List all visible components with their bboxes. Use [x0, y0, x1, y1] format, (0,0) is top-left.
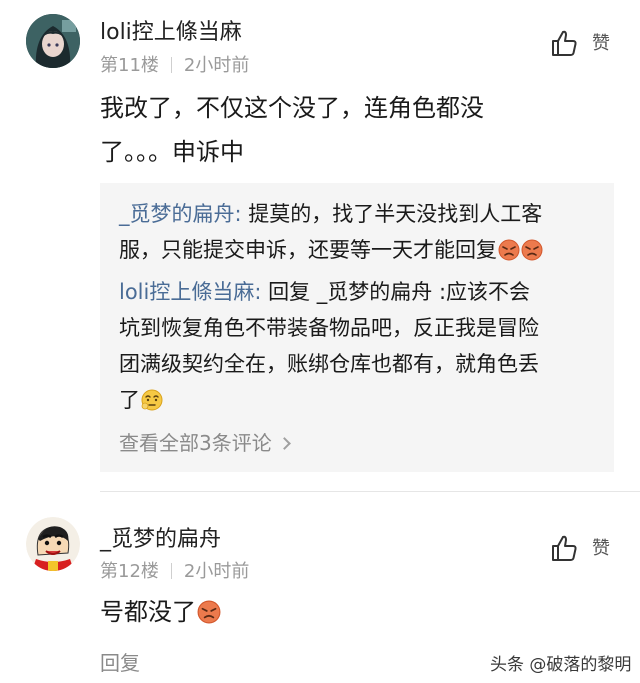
reply-text: 了	[119, 388, 140, 412]
comment-meta: 第11楼 2小时前	[100, 51, 249, 77]
comment-text: 我改了，不仅这个没了，连角色都没 了。。。申诉中	[100, 86, 540, 174]
timestamp: 2小时前	[183, 561, 250, 582]
reply-text: 坑到恢复角色不带装备物品吧，反正我是冒险	[119, 316, 539, 340]
angry-face-emoji-icon	[498, 236, 520, 261]
reply-author[interactable]: _觅梦的扁舟:	[119, 202, 242, 226]
floor-number: 第11楼	[100, 55, 159, 76]
chevron-right-icon	[277, 437, 291, 450]
meta-separator	[170, 563, 172, 579]
like-button[interactable]: 赞	[550, 28, 614, 58]
user-avatar[interactable]	[26, 517, 80, 571]
angry-face-emoji-icon	[197, 594, 221, 624]
meta-separator	[170, 57, 172, 73]
like-label: 赞	[592, 33, 610, 54]
view-all-replies-link[interactable]: 查看全部3条评论	[119, 427, 291, 456]
angry-face-emoji-icon	[521, 236, 543, 261]
like-label: 赞	[592, 538, 610, 559]
reply-item: loli控上條当麻: 回复 _觅梦的扁舟 :应该不会 坑到恢复角色不带装备物品吧…	[119, 274, 599, 418]
username[interactable]: _觅梦的扁舟	[100, 521, 221, 553]
thumbs-up-icon	[550, 533, 580, 567]
thinking-face-emoji-icon	[141, 386, 163, 411]
reply-text: 提莫的，找了半天没找到人工客	[248, 202, 543, 226]
reply-text: 团满级契约全在，账绑仓库也都有，就角色丢	[119, 352, 539, 376]
comment-text-line: 了。。。申诉中	[100, 138, 244, 166]
reply-item: _觅梦的扁舟: 提莫的，找了半天没找到人工客 服，只能提交申诉，还要等一天才能回…	[119, 196, 599, 268]
reply-text: 回复 _觅梦的扁舟 :应该不会	[268, 280, 531, 304]
comment-divider	[100, 491, 640, 492]
timestamp: 2小时前	[183, 55, 250, 76]
view-all-label: 查看全部3条评论	[119, 431, 272, 455]
comment-text-line: 号都没了	[100, 598, 196, 626]
reply-text: 服，只能提交申诉，还要等一天才能回复	[119, 238, 497, 262]
thumbs-up-icon	[550, 28, 580, 62]
like-button[interactable]: 赞	[550, 533, 614, 563]
comment-text-line: 我改了，不仅这个没了，连角色都没	[100, 94, 484, 122]
comment-meta: 第12楼 2小时前	[100, 557, 249, 583]
reply-author[interactable]: loli控上條当麻:	[119, 280, 261, 304]
username[interactable]: loli控上條当麻	[100, 14, 242, 46]
user-avatar[interactable]	[26, 14, 80, 68]
comment-text: 号都没了	[100, 590, 540, 634]
source-watermark: 头条 @破落的黎明	[490, 655, 632, 675]
floor-number: 第12楼	[100, 561, 159, 582]
replies-box: _觅梦的扁舟: 提莫的，找了半天没找到人工客 服，只能提交申诉，还要等一天才能回…	[100, 183, 614, 472]
reply-button[interactable]: 回复	[100, 647, 140, 676]
